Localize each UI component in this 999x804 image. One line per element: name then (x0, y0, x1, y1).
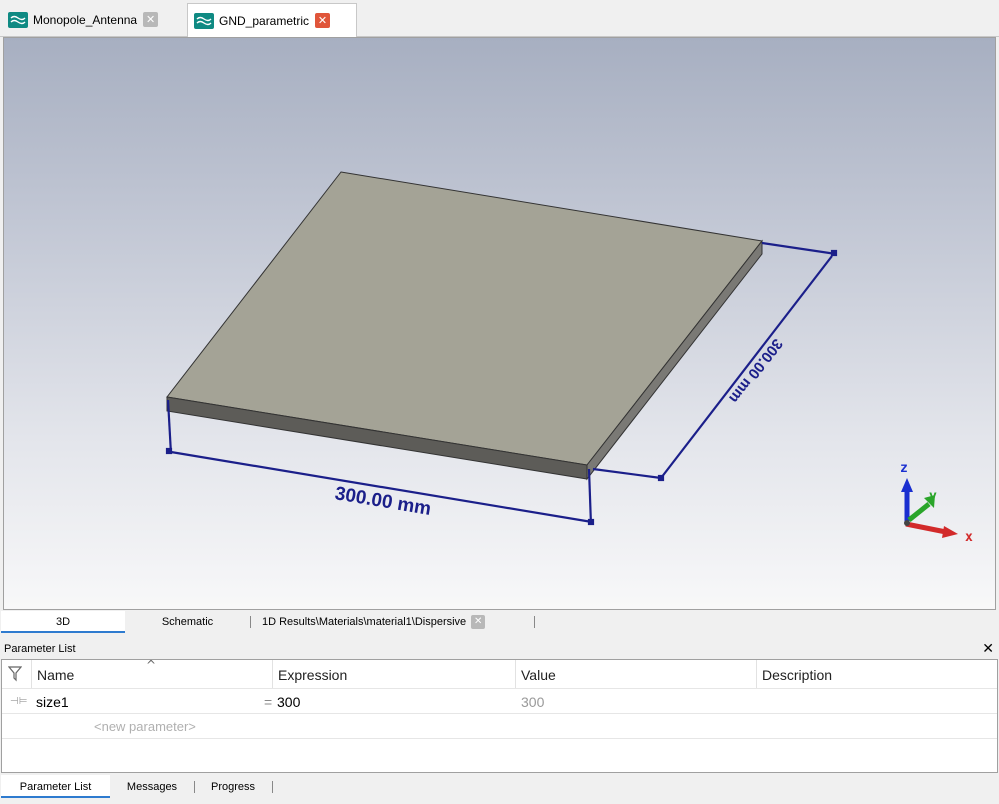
tab-schematic[interactable]: Schematic (130, 611, 245, 633)
3d-viewport[interactable]: 300.00 mm 300.00 mm z y x (3, 37, 996, 610)
param-name[interactable]: size1 (36, 689, 69, 713)
axis-label-z: z (900, 461, 908, 476)
filter-icon (7, 666, 23, 682)
empty-row (2, 738, 997, 763)
axis-label-x: x (965, 530, 973, 545)
tab-3d[interactable]: 3D (1, 611, 125, 633)
dimension-width-label: 300.00 mm (333, 483, 432, 520)
new-parameter-placeholder[interactable]: <new parameter> (94, 714, 196, 738)
status-bar (0, 798, 999, 804)
doc-tab-monopole-antenna[interactable]: Monopole_Antenna ✕ (2, 4, 182, 35)
tab-label: 1D Results\Materials\material1\Dispersiv… (262, 616, 467, 628)
tab-1d-results-dispersive[interactable]: 1D Results\Materials\material1\Dispersiv… (262, 611, 524, 633)
table-row[interactable]: ⊣⊨ size1 = 300 300 (2, 688, 997, 713)
column-header-value[interactable]: Value (516, 660, 757, 688)
equals-sign: = (264, 694, 273, 710)
column-header-name[interactable]: Name ^ (32, 658, 273, 688)
doc-tab-label: Monopole_Antenna (33, 12, 138, 27)
column-header-expression[interactable]: Expression (273, 660, 516, 688)
close-icon[interactable]: ✕ (143, 12, 159, 27)
new-parameter-row[interactable]: <new parameter> (2, 713, 997, 738)
tab-messages[interactable]: Messages (114, 775, 190, 798)
document-tab-bar: Monopole_Antenna ✕ GND_parametric ✕ (0, 0, 999, 37)
pin-icon: ⊣⊨ (10, 696, 28, 707)
axis-label-y: y (929, 489, 937, 504)
close-icon[interactable]: ✕ (471, 615, 486, 630)
view-tab-bar: 3D Schematic 1D Results\Materials\materi… (0, 611, 999, 633)
sort-ascending-icon: ^ (146, 658, 157, 672)
tab-progress[interactable]: Progress (198, 775, 268, 798)
tab-separator (250, 616, 251, 628)
axis-triad: z y x (900, 461, 973, 545)
close-icon[interactable]: ✕ (982, 640, 994, 658)
cst-project-icon (194, 12, 214, 29)
filter-button[interactable] (2, 660, 32, 688)
tab-separator (272, 781, 273, 793)
panel-title: Parameter List (4, 643, 76, 655)
dimension-depth-label: 300.00 mm (725, 335, 786, 406)
param-value: 300 (521, 694, 545, 710)
parameter-table: Name ^ Expression Value Description ⊣⊨ s… (1, 658, 998, 773)
cst-project-icon (8, 11, 28, 28)
tab-parameter-list[interactable]: Parameter List (1, 775, 110, 798)
tab-separator (194, 781, 195, 793)
doc-tab-label: GND_parametric (219, 13, 310, 28)
close-icon[interactable]: ✕ (315, 13, 331, 28)
column-header-description[interactable]: Description (757, 660, 997, 688)
doc-tab-gnd-parametric[interactable]: GND_parametric ✕ (187, 3, 357, 37)
bottom-tab-bar: Parameter List Messages Progress (0, 775, 999, 798)
tab-separator (534, 616, 535, 628)
param-expression[interactable]: 300 (277, 689, 300, 713)
